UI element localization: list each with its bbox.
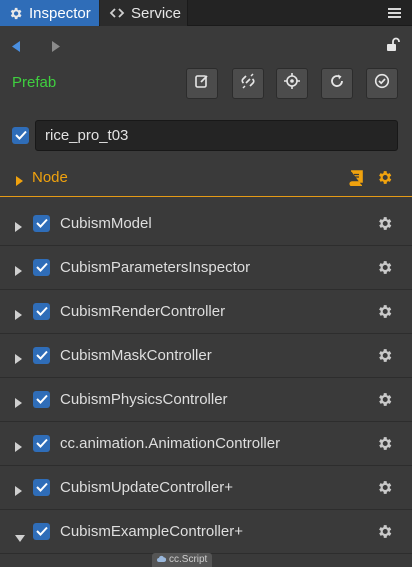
component-settings-gear-icon[interactable] (376, 303, 393, 325)
caret-right-icon[interactable] (15, 483, 22, 501)
checkmark-icon (35, 303, 48, 321)
component-enabled-checkbox[interactable] (33, 215, 50, 232)
checkmark-icon (35, 215, 48, 233)
component-row[interactable]: CubismPhysicsController (0, 378, 412, 422)
prefab-edit-button[interactable] (186, 68, 218, 99)
prefab-unlink-button[interactable] (232, 68, 264, 99)
tab-service-label: Service (131, 4, 182, 22)
refresh-icon (329, 73, 345, 94)
component-row[interactable]: CubismRenderController (0, 290, 412, 334)
script-asset-chip[interactable]: cc.Script (152, 553, 213, 567)
checkmark-icon (35, 391, 48, 409)
caret-right-icon[interactable] (15, 351, 22, 369)
prefab-apply-button[interactable] (366, 68, 398, 99)
component-enabled-checkbox[interactable] (33, 391, 50, 408)
node-active-checkbox[interactable] (12, 127, 29, 144)
edit-icon (194, 73, 210, 94)
back-arrow-icon[interactable] (12, 39, 21, 57)
checkmark-icon (35, 347, 48, 365)
checkmark-icon (35, 259, 48, 277)
component-settings-gear-icon[interactable] (376, 523, 393, 545)
prefab-locate-button[interactable] (276, 68, 308, 99)
tab-inspector[interactable]: Inspector (0, 0, 99, 26)
script-chip-label: cc.Script (169, 554, 208, 565)
node-section-label: Node (32, 169, 68, 186)
component-settings-gear-icon[interactable] (376, 435, 393, 457)
locate-icon (283, 72, 301, 95)
tab-inspector-label: Inspector (29, 4, 91, 22)
checkmark-icon (35, 479, 48, 497)
component-label: CubismParametersInspector (60, 259, 251, 276)
component-label: CubismUpdateController+ (60, 479, 233, 496)
checkmark-icon (35, 523, 48, 541)
component-label: cc.animation.AnimationController (60, 435, 281, 452)
caret-right-icon[interactable] (15, 263, 22, 281)
node-settings-gear-icon[interactable] (376, 169, 393, 191)
component-row[interactable]: CubismUpdateController+ (0, 466, 412, 510)
component-settings-gear-icon[interactable] (376, 391, 393, 413)
node-section-header[interactable]: Node (0, 160, 412, 197)
component-enabled-checkbox[interactable] (33, 259, 50, 276)
component-row[interactable]: CubismModel (0, 202, 412, 246)
link-icon (109, 7, 125, 19)
panel-menu-button[interactable] (388, 5, 401, 21)
apply-icon (374, 73, 390, 94)
tab-service[interactable]: Service (100, 0, 188, 26)
cloud-icon (157, 553, 167, 567)
component-label: CubismExampleController+ (60, 523, 243, 540)
unlink-icon (239, 72, 257, 95)
checkmark-icon (35, 435, 48, 453)
component-enabled-checkbox[interactable] (33, 435, 50, 452)
component-enabled-checkbox[interactable] (33, 347, 50, 364)
panel-tab-bar: Inspector Service (0, 0, 412, 26)
component-enabled-checkbox[interactable] (33, 303, 50, 320)
component-row[interactable]: CubismParametersInspector (0, 246, 412, 290)
caret-down-icon[interactable] (15, 529, 25, 547)
component-settings-gear-icon[interactable] (376, 347, 393, 369)
unlock-icon[interactable] (386, 37, 401, 57)
component-settings-gear-icon[interactable] (376, 215, 393, 237)
component-label: CubismRenderController (60, 303, 226, 320)
gear-icon (8, 6, 23, 21)
component-label: CubismModel (60, 215, 152, 232)
component-label: CubismPhysicsController (60, 391, 228, 408)
caret-right-icon[interactable] (15, 219, 22, 237)
prefab-label: Prefab (12, 74, 57, 91)
caret-right-icon (16, 173, 23, 191)
caret-right-icon[interactable] (15, 395, 22, 413)
caret-right-icon[interactable] (15, 439, 22, 457)
forward-arrow-icon[interactable] (51, 39, 60, 57)
component-row[interactable]: CubismExampleController+ (0, 510, 412, 554)
component-settings-gear-icon[interactable] (376, 479, 393, 501)
component-label: CubismMaskController (60, 347, 212, 364)
component-enabled-checkbox[interactable] (33, 523, 50, 540)
caret-right-icon[interactable] (15, 307, 22, 325)
component-row[interactable]: cc.animation.AnimationController (0, 422, 412, 466)
node-name-input[interactable]: rice_pro_t03 (35, 120, 398, 151)
component-enabled-checkbox[interactable] (33, 479, 50, 496)
checkmark-icon (14, 127, 27, 145)
book-icon[interactable] (348, 170, 363, 191)
history-nav (0, 26, 412, 64)
component-row[interactable]: CubismMaskController (0, 334, 412, 378)
component-settings-gear-icon[interactable] (376, 259, 393, 281)
prefab-revert-button[interactable] (321, 68, 353, 99)
